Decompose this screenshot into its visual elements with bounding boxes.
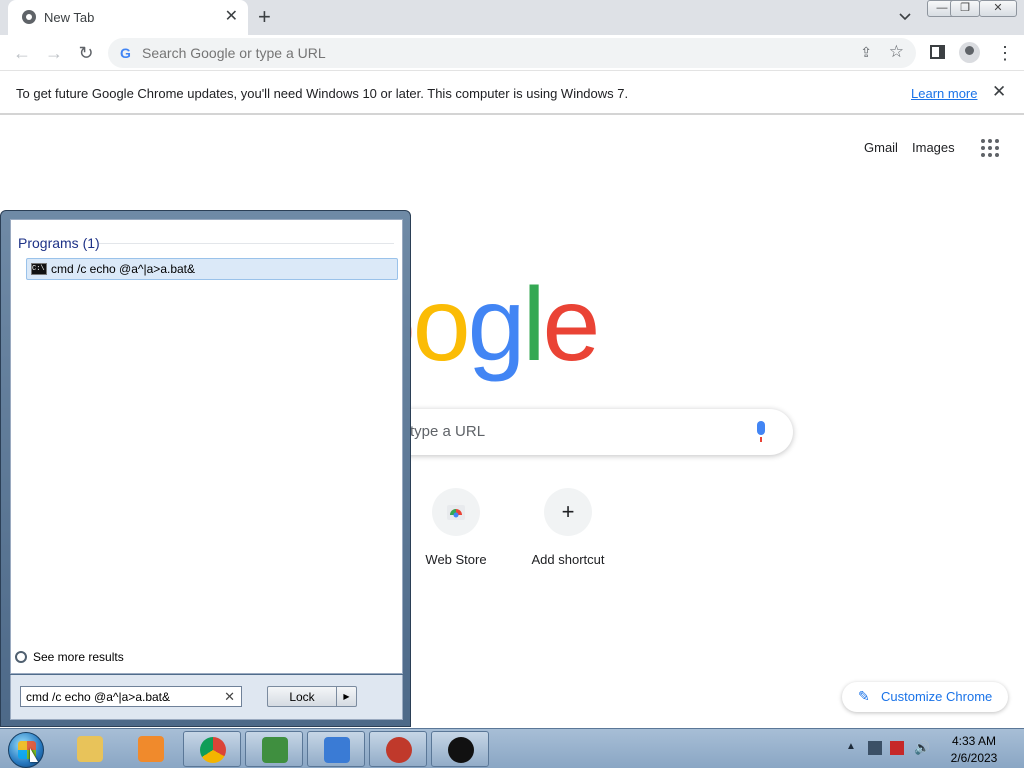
shortcut-add[interactable]: + Add shortcut <box>512 488 624 578</box>
program-result-label: cmd /c echo @a^|a>a.bat& <box>51 262 196 276</box>
program-result-item[interactable]: C:\ cmd /c echo @a^|a>a.bat& <box>26 258 398 280</box>
clear-search-icon[interactable]: ✕ <box>224 689 235 705</box>
penguin-icon <box>448 737 474 763</box>
logo-letter: l <box>522 267 545 383</box>
chrome-toolbar: ← → ↻ G ⇪ ☆ ⋮ <box>0 35 1024 71</box>
power-options-arrow-icon[interactable]: ▶ <box>336 687 356 706</box>
gmail-link[interactable]: Gmail <box>864 140 898 155</box>
microphone-icon[interactable] <box>757 421 765 442</box>
search-icon <box>15 651 27 663</box>
clock-time[interactable]: 4:33 AM <box>940 734 1008 748</box>
close-tab-icon[interactable]: ✕ <box>225 7 238 27</box>
shortcut-label: Web Store <box>425 552 487 567</box>
omnibox-input[interactable] <box>142 43 742 63</box>
profile-avatar-icon[interactable] <box>959 42 980 63</box>
bookmark-star-icon[interactable]: ☆ <box>889 42 904 62</box>
tab-title: New Tab <box>44 10 95 25</box>
close-window-button[interactable]: ✕ <box>979 0 1017 17</box>
csharp-icon <box>262 737 288 763</box>
chrome-menu-icon[interactable]: ⋮ <box>996 41 1014 65</box>
forward-arrow-icon[interactable]: → <box>42 41 66 65</box>
lock-button[interactable]: Lock ▶ <box>267 686 357 707</box>
show-hidden-icons-icon[interactable]: ▲ <box>846 741 856 752</box>
pencil-icon: ✎ <box>858 688 870 704</box>
taskbar-csharp-app[interactable] <box>245 731 303 767</box>
volume-icon[interactable]: 🔊 <box>914 741 930 755</box>
network-disconnected-icon[interactable] <box>890 741 904 755</box>
windows-taskbar: ▲ 🔊 4:33 AM 2/6/2023 <box>0 728 1024 768</box>
tab-new-tab[interactable]: New Tab ✕ <box>8 0 248 35</box>
ntp-search-placeholder: type a URL <box>410 423 486 440</box>
control-panel-icon <box>324 737 350 763</box>
see-more-label: See more results <box>33 650 124 664</box>
see-more-results-link[interactable]: See more results <box>15 650 124 664</box>
logo-letter: g <box>467 267 526 383</box>
taskbar-penguin-app[interactable] <box>431 731 489 767</box>
plus-icon: + <box>544 488 592 536</box>
chrome-title-bar: New Tab ✕ + — ❐ ✕ <box>0 0 1024 35</box>
tab-search-chevron-icon[interactable] <box>897 8 913 24</box>
start-menu-results-panel: Programs (1) C:\ cmd /c echo @a^|a>a.bat… <box>10 219 403 674</box>
taskbar-chrome[interactable] <box>183 731 241 767</box>
customize-chrome-button[interactable]: ✎ Customize Chrome <box>842 682 1008 712</box>
infobar-close-icon[interactable]: ✕ <box>992 82 1006 102</box>
side-panel-icon[interactable] <box>930 45 945 59</box>
shortcut-label: Add shortcut <box>531 552 605 567</box>
programs-header: Programs (1) <box>18 235 100 251</box>
reload-icon[interactable]: ↻ <box>74 41 98 65</box>
file-explorer-icon <box>77 736 103 762</box>
chrome-favicon-icon <box>22 10 36 24</box>
share-icon[interactable]: ⇪ <box>860 44 872 61</box>
lock-label: Lock <box>289 690 315 704</box>
logo-letter: o <box>412 267 471 383</box>
shortcut-web-store[interactable]: Web Store <box>400 488 512 578</box>
media-player-icon <box>138 736 164 762</box>
learn-more-link[interactable]: Learn more <box>911 86 977 101</box>
logo-letter: e <box>542 267 601 383</box>
start-search-input[interactable] <box>26 689 221 704</box>
taskbar-control-panel[interactable] <box>307 731 365 767</box>
header-divider <box>99 243 394 244</box>
new-tab-button[interactable]: + <box>258 4 271 30</box>
action-center-icon[interactable] <box>868 741 882 755</box>
taskbar-file-explorer[interactable] <box>61 731 119 767</box>
start-orb-button[interactable] <box>8 732 44 768</box>
clock-date[interactable]: 2/6/2023 <box>940 751 1008 765</box>
chrome-icon <box>200 737 226 763</box>
taskbar-blocked-app[interactable] <box>369 731 427 767</box>
images-link[interactable]: Images <box>912 140 955 155</box>
start-search-box[interactable]: ✕ <box>20 686 242 707</box>
system-tray: ▲ 🔊 4:33 AM 2/6/2023 <box>840 729 1024 768</box>
google-g-icon: G <box>120 45 131 61</box>
chrome-web-store-icon <box>432 488 480 536</box>
customize-label: Customize Chrome <box>881 689 993 704</box>
update-infobar: To get future Google Chrome updates, you… <box>0 72 1024 115</box>
google-apps-icon[interactable] <box>981 139 999 157</box>
back-arrow-icon[interactable]: ← <box>10 41 34 65</box>
blocked-icon <box>386 737 412 763</box>
mouse-cursor-icon <box>30 748 38 762</box>
restore-button[interactable]: ❐ <box>950 0 980 17</box>
omnibox[interactable]: G ⇪ ☆ <box>108 38 916 68</box>
command-prompt-icon: C:\ <box>31 263 47 275</box>
taskbar-media-player[interactable] <box>122 731 180 767</box>
infobar-message: To get future Google Chrome updates, you… <box>16 86 629 101</box>
